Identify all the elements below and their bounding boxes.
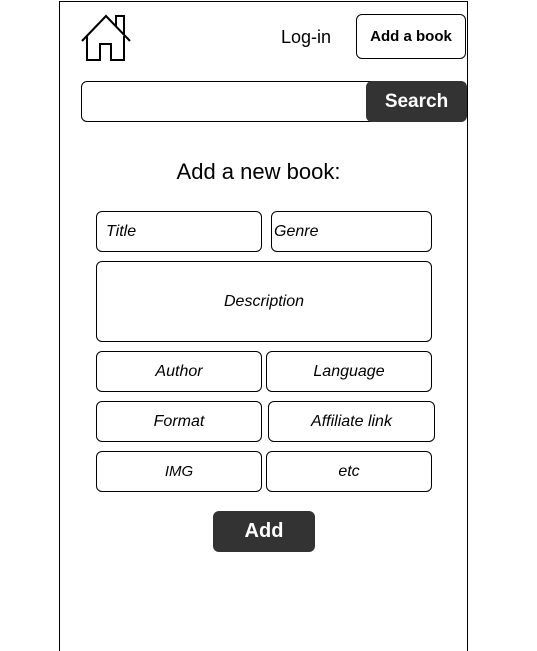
add-book-button[interactable]: Add a book: [356, 14, 466, 59]
search-input[interactable]: [81, 81, 381, 122]
search-button[interactable]: Search: [366, 81, 467, 122]
affiliate-link-field[interactable]: Affiliate link: [268, 401, 435, 442]
img-field[interactable]: IMG: [96, 451, 262, 492]
home-icon[interactable]: [80, 13, 132, 63]
genre-field[interactable]: Genre: [271, 211, 432, 252]
title-field[interactable]: Title: [96, 211, 262, 252]
language-field[interactable]: Language: [266, 351, 432, 392]
login-link[interactable]: Log-in: [270, 24, 342, 50]
etc-field[interactable]: etc: [266, 451, 432, 492]
format-field[interactable]: Format: [96, 401, 262, 442]
add-button[interactable]: Add: [213, 511, 315, 552]
description-field[interactable]: Description: [96, 261, 432, 342]
page-title: Add a new book:: [176, 159, 341, 184]
author-field[interactable]: Author: [96, 351, 262, 392]
